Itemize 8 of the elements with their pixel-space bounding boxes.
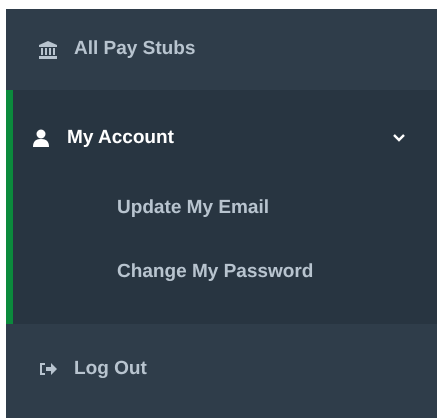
submenu-link[interactable]: Update My Email xyxy=(13,186,270,240)
sidebar-item[interactable]: My Account xyxy=(13,90,437,186)
user-icon xyxy=(31,128,51,148)
submenu-link[interactable]: Change My Password xyxy=(13,240,314,304)
sidebar-item[interactable]: All Pay Stubs xyxy=(13,9,437,90)
sidebar-item[interactable]: Log Out xyxy=(13,324,437,414)
chevron-icon xyxy=(393,134,405,142)
bank-icon xyxy=(38,40,58,60)
